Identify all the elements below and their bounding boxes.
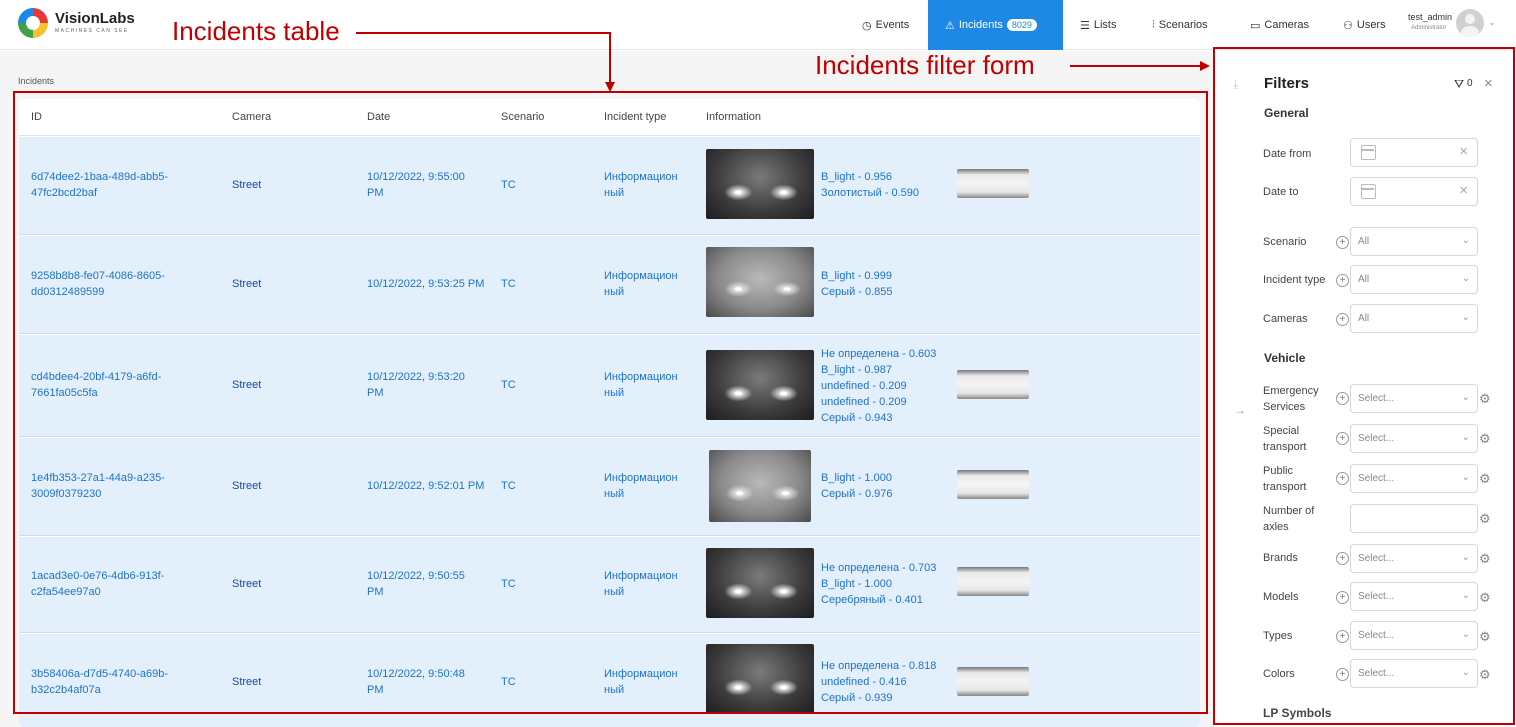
annotation-arrow-line: [356, 32, 611, 34]
nav-incidents[interactable]: ⚠ Incidents 8029: [928, 0, 1063, 50]
nav-lists-label: Lists: [1093, 19, 1117, 31]
list-icon: ☰: [1080, 19, 1090, 32]
nav-cameras[interactable]: ▭ Cameras: [1250, 0, 1320, 50]
filter-form-highlight: [1213, 47, 1515, 725]
annotation-arrow-head: [1200, 61, 1210, 71]
annotation-arrow-line: [609, 32, 611, 82]
nav-lists[interactable]: ☰ Lists: [1080, 0, 1130, 50]
annotation-arrow-head: [605, 82, 615, 92]
nav-incidents-label: Incidents: [958, 19, 1003, 31]
avatar: [1456, 9, 1484, 37]
clock-icon: ◷: [862, 19, 872, 32]
video-camera-icon: ▭: [1250, 19, 1261, 32]
logo-title: VisionLabs: [55, 10, 135, 27]
nav-scenarios-label: Scenarios: [1158, 19, 1208, 31]
incidents-table-highlight: [13, 91, 1208, 714]
breadcrumb: Incidents: [18, 76, 55, 86]
nav-users-label: Users: [1356, 19, 1386, 31]
nav-cameras-label: Cameras: [1264, 19, 1310, 31]
incidents-count-badge: 8029: [1006, 19, 1037, 31]
incidents-table-annotation: Incidents table: [172, 16, 340, 46]
nav-scenarios[interactable]: ⫶ Scenarios: [1152, 0, 1228, 50]
logo-icon: [18, 8, 48, 38]
filter-form-annotation: Incidents filter form: [815, 50, 1035, 80]
user-name: test_admin: [1408, 12, 1453, 22]
nav-events-label: Events: [875, 19, 910, 31]
logo[interactable]: VisionLabs MACHINES CAN SEE: [18, 8, 135, 38]
annotation-arrow-line: [1070, 65, 1200, 67]
warning-icon: ⚠: [945, 19, 955, 32]
nav-users[interactable]: ⚇ Users: [1343, 0, 1393, 50]
logo-subtitle: MACHINES CAN SEE: [55, 28, 129, 34]
nav-events[interactable]: ◷ Events: [862, 0, 918, 50]
user-role: Administrator: [1411, 25, 1447, 31]
chevron-down-icon: ⌄: [1488, 17, 1496, 27]
sliders-icon: ⫶: [1152, 18, 1155, 31]
user-menu[interactable]: test_admin Administrator ⌄: [1408, 9, 1508, 39]
users-icon: ⚇: [1343, 19, 1353, 32]
